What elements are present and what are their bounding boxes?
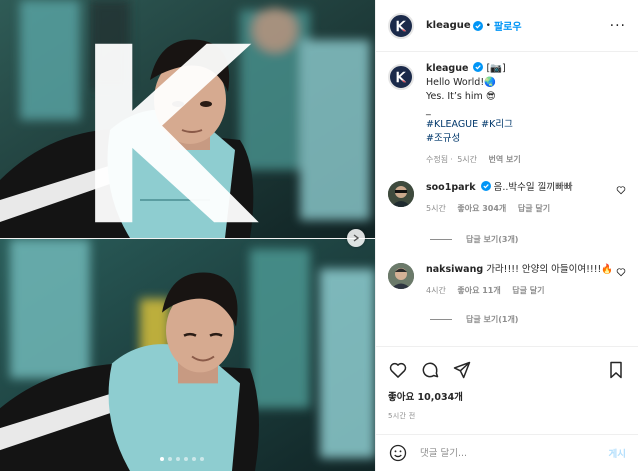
carousel-dot: [184, 457, 188, 461]
caption-hashtags[interactable]: #조규성: [426, 132, 530, 146]
carousel-next-button[interactable]: [347, 229, 365, 247]
comment-meta: 4시간 좋아요 11개 답글 달기: [426, 284, 622, 298]
caption-line: Yes. It’s him 😎: [426, 91, 496, 102]
post-header: kleague • 팔로우 ···: [376, 0, 638, 52]
player-photo-1: [0, 0, 375, 238]
action-icons-row: [388, 355, 626, 385]
divider-line: [430, 239, 452, 240]
carousel-dot: [200, 457, 204, 461]
post-media[interactable]: [0, 0, 375, 471]
translate-link[interactable]: 번역 보기: [489, 155, 521, 164]
comment-text: 가라!!!! 안양의 아들이여!!!!🔥: [486, 264, 614, 275]
reply-button[interactable]: 답글 달기: [512, 286, 544, 295]
caption-hashtags[interactable]: #KLEAGUE #K리그: [426, 118, 530, 132]
caption-username[interactable]: kleague: [426, 63, 468, 74]
post-timestamp[interactable]: 5시간 전: [388, 411, 626, 421]
comment-time: 5시간: [426, 204, 446, 213]
kleague-logo-icon: [396, 20, 407, 31]
comment-input[interactable]: [420, 447, 590, 459]
heart-icon[interactable]: [616, 267, 626, 277]
add-comment-bar: 게시: [376, 434, 638, 471]
caption-badge: [📷]: [486, 63, 506, 74]
avatar[interactable]: [388, 263, 414, 289]
post-side-panel: kleague • 팔로우 ··· kleague [📷] Hello Worl…: [375, 0, 638, 471]
comment-item: naksiwang 가라!!!! 안양의 아들이여!!!!🔥 4시간 좋아요 1…: [388, 263, 626, 298]
carousel-dot: [176, 457, 180, 461]
edited-label: 수정됨: [426, 155, 449, 164]
comment-time: 4시간: [426, 286, 446, 295]
caption-time: 5시간: [457, 155, 477, 164]
comment-body: soo1park 음..박수일 낄끼빠빠 5시간 좋아요 304개 답글 달기: [426, 181, 622, 216]
caption: kleague [📷] Hello World!🌏 Yes. It’s him …: [388, 62, 626, 167]
carousel-dot-active: [160, 457, 164, 461]
carousel-dot: [168, 457, 172, 461]
post-actions: 좋아요 10,034개 5시간 전: [376, 346, 638, 421]
view-replies-label: 답글 보기(1개): [466, 315, 519, 324]
divider-line: [430, 319, 452, 320]
comment-username[interactable]: naksiwang: [426, 264, 483, 275]
player-photo-2: [0, 238, 375, 471]
comment-username[interactable]: soo1park: [426, 182, 476, 193]
share-send-icon[interactable]: [452, 360, 472, 380]
caption-line: _: [426, 105, 431, 116]
caption-meta: 수정됨 · 5시간 번역 보기: [426, 155, 521, 164]
bookmark-icon[interactable]: [606, 360, 626, 380]
verified-badge-icon: [480, 181, 491, 191]
comment-body: naksiwang 가라!!!! 안양의 아들이여!!!!🔥 4시간 좋아요 1…: [426, 263, 622, 298]
comments-list[interactable]: kleague [📷] Hello World!🌏 Yes. It’s him …: [376, 52, 638, 344]
carousel-dot: [192, 457, 196, 461]
view-replies-label: 답글 보기(3개): [466, 235, 519, 244]
comment-item: soo1park 음..박수일 낄끼빠빠 5시간 좋아요 304개 답글 달기: [388, 181, 626, 216]
avatar[interactable]: [388, 181, 414, 207]
header-username[interactable]: kleague: [426, 20, 471, 31]
kleague-avatar[interactable]: [388, 64, 414, 90]
comment-bubble-icon[interactable]: [420, 360, 440, 380]
kleague-avatar[interactable]: [388, 12, 414, 39]
comment-likes[interactable]: 좋아요 304개: [457, 204, 506, 213]
carousel-indicator: [160, 457, 204, 461]
view-replies-button[interactable]: 답글 보기(1개): [430, 314, 626, 325]
caption-line: Hello World!🌏: [426, 77, 496, 88]
caption-body: kleague [📷] Hello World!🌏 Yes. It’s him …: [426, 62, 530, 167]
view-replies-button[interactable]: 답글 보기(3개): [430, 234, 626, 245]
instagram-post-window: kleague • 팔로우 ··· kleague [📷] Hello Worl…: [0, 0, 638, 471]
comment-text: 음..박수일 낄끼빠빠: [493, 182, 573, 193]
verified-badge-icon: [472, 20, 483, 31]
likes-count[interactable]: 좋아요 10,034개: [388, 389, 626, 403]
follow-button[interactable]: 팔로우: [494, 18, 522, 33]
comment-likes[interactable]: 좋아요 11개: [457, 286, 500, 295]
reply-button[interactable]: 답글 달기: [518, 204, 550, 213]
like-heart-icon[interactable]: [388, 360, 408, 380]
more-options-icon[interactable]: ···: [610, 18, 626, 34]
emoji-icon[interactable]: [388, 443, 408, 463]
comment-meta: 5시간 좋아요 304개 답글 달기: [426, 202, 622, 216]
separator-dot: •: [485, 20, 491, 31]
chevron-right-icon: [353, 234, 360, 242]
kleague-logo-icon: [95, 43, 259, 223]
kleague-logo-icon: [396, 71, 407, 83]
post-comment-button[interactable]: 게시: [609, 446, 626, 460]
verified-badge-icon: [473, 62, 484, 72]
heart-icon[interactable]: [616, 185, 626, 195]
